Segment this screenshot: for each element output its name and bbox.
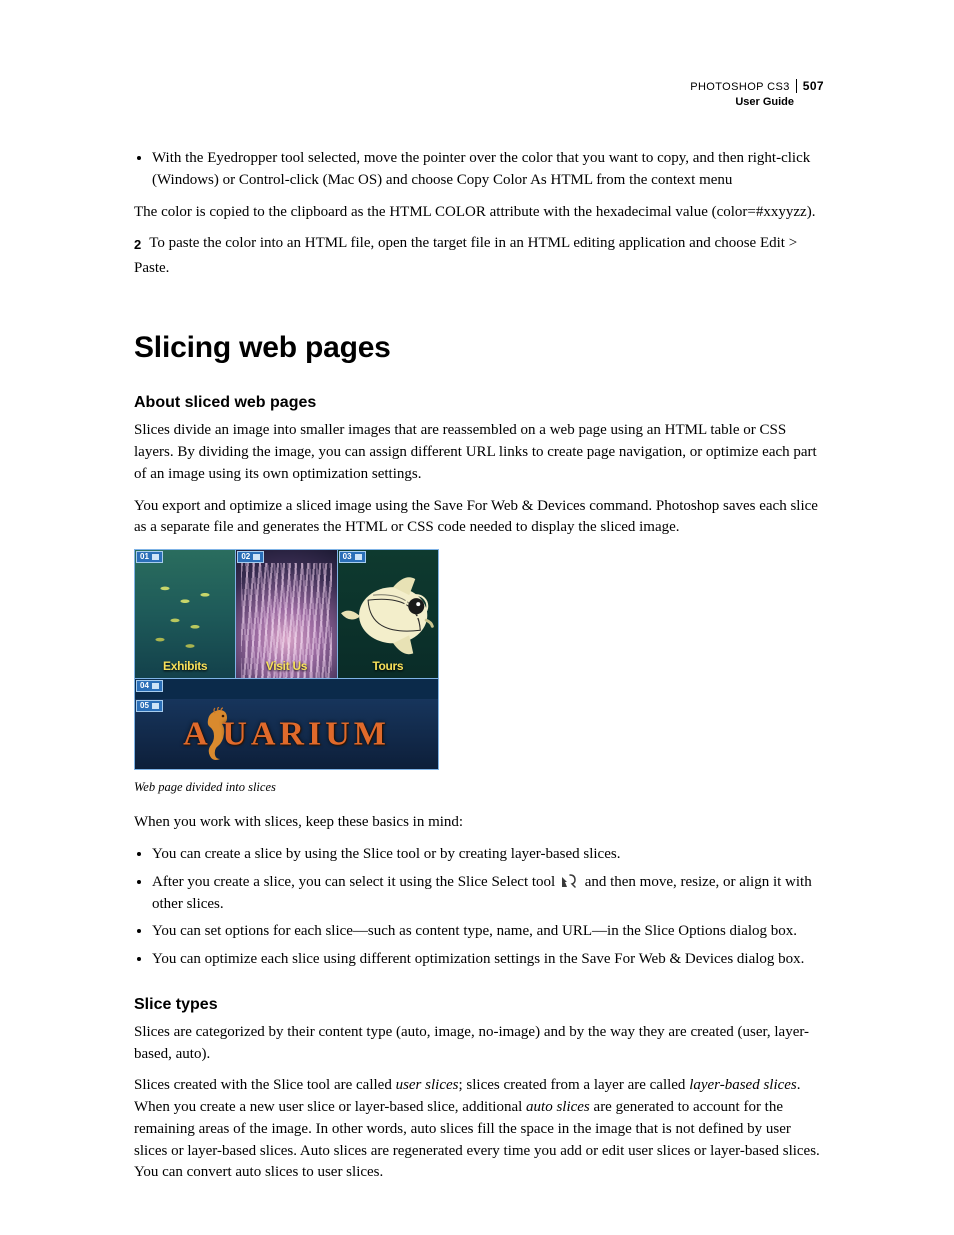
term-layer-based-slices: layer-based slices — [689, 1077, 797, 1093]
slice-badge: 04 — [136, 680, 163, 692]
slice-03-tours: 03 Tours — [338, 549, 439, 679]
term-user-slices: user slices — [396, 1077, 459, 1093]
figure-caption: Web page divided into slices — [134, 778, 439, 796]
product-name: PHOTOSHOP CS3 — [690, 81, 790, 93]
text-run: ; slices created from a layer are called — [458, 1077, 689, 1093]
doc-title: User Guide — [690, 95, 824, 110]
slice-badge: 01 — [136, 551, 163, 563]
list-item: After you create a slice, you can select… — [152, 872, 824, 916]
body-text: Slices divide an image into smaller imag… — [134, 420, 824, 485]
running-header: PHOTOSHOP CS3 507 User Guide — [690, 78, 824, 110]
slice-caption: Visit Us — [236, 658, 336, 675]
subheading-about: About sliced web pages — [134, 391, 824, 414]
body-text: You export and optimize a sliced image u… — [134, 496, 824, 540]
list-item: You can optimize each slice using differ… — [152, 949, 824, 971]
step-number: 2 — [134, 233, 141, 258]
subheading-slice-types: Slice types — [134, 993, 824, 1016]
aquarium-logo-text: A UARIUM — [135, 709, 438, 758]
slice-badge: 03 — [339, 551, 366, 563]
figure-sliced-webpage: 01 Exhibits 02 Visit Us — [134, 549, 439, 796]
body-text: The color is copied to the clipboard as … — [134, 202, 824, 224]
slice-02-visit-us: 02 Visit Us — [236, 549, 337, 679]
list-text-a: After you create a slice, you can select… — [152, 874, 559, 890]
slice-caption: Exhibits — [135, 658, 235, 675]
figure-top-row: 01 Exhibits 02 Visit Us — [134, 549, 439, 679]
basics-list: You can create a slice by using the Slic… — [134, 844, 824, 971]
page-content: With the Eyedropper tool selected, move … — [134, 148, 824, 1184]
slice-caption: Tours — [338, 658, 438, 675]
body-text: When you work with slices, keep these ba… — [134, 812, 824, 834]
slice-05-logo: 05 A UARIUM — [134, 699, 439, 770]
step-text: To paste the color into an HTML file, op… — [134, 235, 797, 276]
body-text: Slices are categorized by their content … — [134, 1022, 824, 1066]
section-heading: Slicing web pages — [134, 326, 824, 370]
slice-01-exhibits: 01 Exhibits — [134, 549, 236, 679]
page-number: 507 — [796, 79, 824, 93]
page: PHOTOSHOP CS3 507 User Guide With the Eye… — [0, 0, 954, 1235]
slice-badge: 02 — [237, 551, 264, 563]
text-run: Slices created with the Slice tool are c… — [134, 1077, 396, 1093]
intro-bullets: With the Eyedropper tool selected, move … — [134, 148, 824, 192]
term-auto-slices: auto slices — [526, 1099, 590, 1115]
numbered-step: 2To paste the color into an HTML file, o… — [134, 233, 824, 279]
list-item: You can create a slice by using the Slic… — [152, 844, 824, 866]
slice-04-spacer: 04 — [134, 679, 439, 699]
list-item: You can set options for each slice—such … — [152, 921, 824, 943]
body-text: Slices created with the Slice tool are c… — [134, 1075, 824, 1184]
list-item: With the Eyedropper tool selected, move … — [152, 148, 824, 192]
slice-select-tool-icon — [561, 874, 579, 888]
